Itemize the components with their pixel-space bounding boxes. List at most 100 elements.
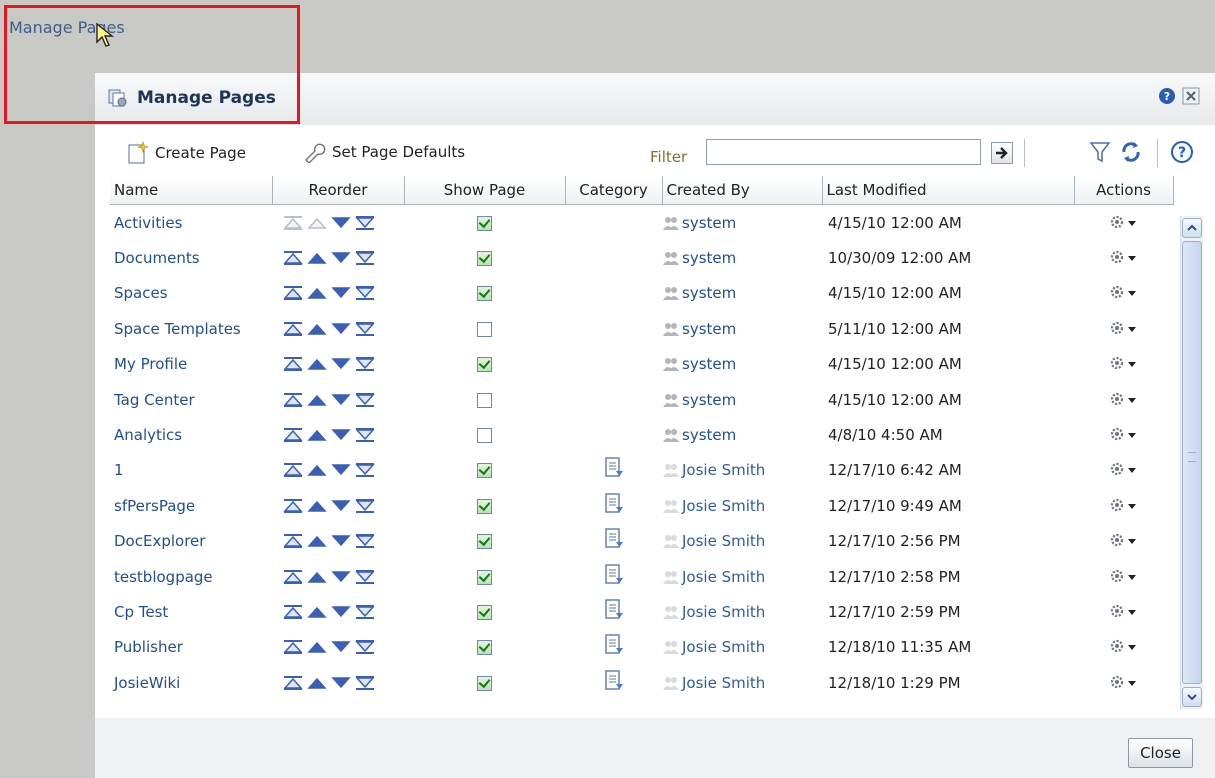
funnel-icon[interactable] <box>1089 140 1111 164</box>
move-down-icon[interactable] <box>330 533 352 549</box>
move-up-icon[interactable] <box>306 533 328 549</box>
category-page-icon[interactable] <box>604 669 624 693</box>
move-top-icon[interactable] <box>282 285 304 301</box>
move-down-icon[interactable] <box>330 639 352 655</box>
gear-icon[interactable] <box>1109 497 1139 515</box>
move-bottom-icon[interactable] <box>354 215 376 231</box>
page-name-link[interactable]: Documents <box>110 240 272 275</box>
column-created-by[interactable]: Created By <box>662 176 823 205</box>
table-row[interactable]: Publisher Josie Smith 12/18/10 11:35 AM <box>110 630 1173 665</box>
gear-icon[interactable] <box>1109 355 1139 373</box>
show-page-checkbox[interactable] <box>477 534 492 550</box>
show-page-checkbox[interactable] <box>477 675 492 691</box>
table-row[interactable]: Tag Center system 4/15/10 12:00 AM <box>110 382 1173 417</box>
page-name-link[interactable]: DocExplorer <box>110 524 272 559</box>
column-last-modified[interactable]: Last Modified <box>822 176 1075 205</box>
category-page-icon[interactable] <box>604 633 624 657</box>
show-page-checkbox[interactable] <box>477 321 492 337</box>
actions-menu-button[interactable] <box>1074 320 1173 338</box>
actions-menu-button[interactable] <box>1074 603 1173 621</box>
page-name-link[interactable]: Cp Test <box>110 594 272 629</box>
move-up-icon[interactable] <box>306 427 328 443</box>
move-top-icon[interactable] <box>282 498 304 514</box>
show-page-checkbox[interactable] <box>477 604 492 620</box>
move-bottom-icon[interactable] <box>354 356 376 372</box>
move-bottom-icon[interactable] <box>354 427 376 443</box>
move-bottom-icon[interactable] <box>354 533 376 549</box>
move-bottom-icon[interactable] <box>354 675 376 691</box>
column-name[interactable]: Name <box>110 176 273 205</box>
move-down-icon[interactable] <box>330 427 352 443</box>
move-bottom-icon[interactable] <box>354 250 376 266</box>
actions-menu-button[interactable] <box>1074 674 1173 692</box>
actions-menu-button[interactable] <box>1074 568 1173 586</box>
move-down-icon[interactable] <box>330 604 352 620</box>
table-row[interactable]: Space Templates system 5/11/10 12:00 AM <box>110 311 1173 346</box>
page-name-link[interactable]: 1 <box>110 453 272 488</box>
move-up-icon[interactable] <box>306 498 328 514</box>
close-icon[interactable] <box>1182 87 1200 105</box>
move-bottom-icon[interactable] <box>354 639 376 655</box>
move-top-icon[interactable] <box>282 321 304 337</box>
show-page-checkbox[interactable] <box>477 392 492 408</box>
move-top-icon[interactable] <box>282 392 304 408</box>
category-page-icon[interactable] <box>604 563 624 587</box>
table-row[interactable]: testblogpage Josie Smith 12/17/10 2:58 PM <box>110 559 1173 594</box>
move-bottom-icon[interactable] <box>354 321 376 337</box>
page-name-link[interactable]: Analytics <box>110 417 272 452</box>
move-up-icon[interactable] <box>306 569 328 585</box>
actions-menu-button[interactable] <box>1074 249 1173 267</box>
page-name-link[interactable]: Activities <box>110 205 272 241</box>
column-category[interactable]: Category <box>565 176 663 205</box>
filter-go-button[interactable] <box>991 142 1013 164</box>
table-row[interactable]: Cp Test Josie Smith 12/17/10 2:59 PM <box>110 594 1173 629</box>
actions-menu-button[interactable] <box>1074 426 1173 444</box>
move-top-icon[interactable] <box>282 356 304 372</box>
actions-menu-button[interactable] <box>1074 638 1173 656</box>
move-up-icon[interactable] <box>306 392 328 408</box>
gear-icon[interactable] <box>1109 532 1139 550</box>
move-down-icon[interactable] <box>330 215 352 231</box>
category-page-icon[interactable] <box>604 598 624 622</box>
gear-icon[interactable] <box>1109 284 1139 302</box>
scroll-up-button[interactable] <box>1182 218 1202 238</box>
close-button[interactable]: Close <box>1128 738 1193 768</box>
table-row[interactable]: Activities system 4/15/10 12:00 AM <box>110 205 1173 241</box>
move-down-icon[interactable] <box>330 321 352 337</box>
page-name-link[interactable]: Publisher <box>110 630 272 665</box>
gear-icon[interactable] <box>1109 603 1139 621</box>
show-page-checkbox[interactable] <box>477 428 492 444</box>
show-page-checkbox[interactable] <box>477 286 492 302</box>
move-down-icon[interactable] <box>330 356 352 372</box>
page-name-link[interactable]: My Profile <box>110 347 272 382</box>
move-bottom-icon[interactable] <box>354 285 376 301</box>
move-down-icon[interactable] <box>330 569 352 585</box>
help-icon[interactable]: ? <box>1158 87 1176 105</box>
show-page-checkbox[interactable] <box>477 640 492 656</box>
column-show-page[interactable]: Show Page <box>404 176 566 205</box>
move-up-icon[interactable] <box>306 285 328 301</box>
move-bottom-icon[interactable] <box>354 462 376 478</box>
column-reorder[interactable]: Reorder <box>272 176 405 205</box>
show-page-checkbox[interactable] <box>477 215 492 231</box>
table-row[interactable]: DocExplorer Josie Smith 12/17/10 2:56 PM <box>110 524 1173 559</box>
move-down-icon[interactable] <box>330 675 352 691</box>
page-name-link[interactable]: testblogpage <box>110 559 272 594</box>
move-up-icon[interactable] <box>306 462 328 478</box>
move-top-icon[interactable] <box>282 250 304 266</box>
table-row[interactable]: 1 Josie Smith 12/17/10 6:42 AM <box>110 453 1173 488</box>
gear-icon[interactable] <box>1109 214 1139 232</box>
move-bottom-icon[interactable] <box>354 392 376 408</box>
create-page-button[interactable]: Create Page <box>127 141 246 165</box>
refresh-icon[interactable] <box>1119 140 1143 164</box>
show-page-checkbox[interactable] <box>477 357 492 373</box>
scroll-thumb[interactable] <box>1182 241 1202 684</box>
page-name-link[interactable]: Spaces <box>110 276 272 311</box>
vertical-scrollbar[interactable] <box>1180 216 1203 709</box>
page-name-link[interactable]: Space Templates <box>110 311 272 346</box>
move-top-icon[interactable] <box>282 533 304 549</box>
gear-icon[interactable] <box>1109 391 1139 409</box>
show-page-checkbox[interactable] <box>477 569 492 585</box>
move-up-icon[interactable] <box>306 604 328 620</box>
move-up-icon[interactable] <box>306 321 328 337</box>
